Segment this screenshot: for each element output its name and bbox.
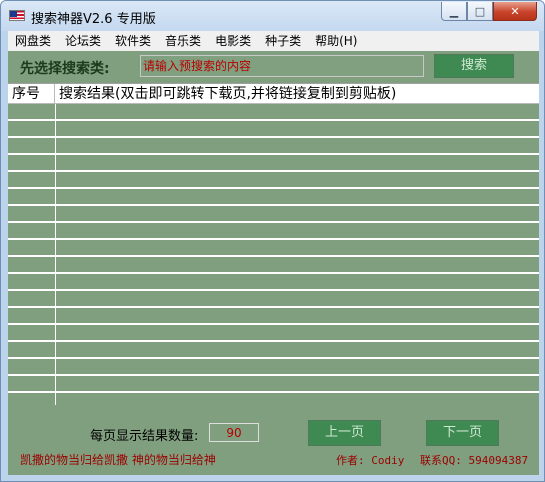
results-header: 序号 搜索结果(双击即可跳转下载页,并将链接复制到剪贴板) bbox=[8, 84, 539, 104]
minimize-button[interactable]: ▁ bbox=[441, 2, 467, 21]
results-body[interactable] bbox=[8, 104, 539, 405]
search-button[interactable]: 搜索 bbox=[434, 54, 514, 78]
menu-bar: 网盘类 论坛类 软件类 音乐类 电影类 种子类 帮助(H) bbox=[8, 31, 539, 51]
search-input[interactable] bbox=[140, 55, 424, 77]
menu-software[interactable]: 软件类 bbox=[108, 31, 158, 51]
author-text: 作者: Codiy bbox=[336, 454, 405, 467]
prev-page-button[interactable]: 上一页 bbox=[308, 420, 381, 446]
app-window: 搜索神器V2.6 专用版 ▁ □ ✕ 网盘类 论坛类 软件类 音乐类 电影类 种… bbox=[0, 0, 545, 482]
contact-text: 联系QQ: 594094387 bbox=[420, 454, 529, 467]
window-title: 搜索神器V2.6 专用版 bbox=[31, 12, 156, 27]
menu-torrent[interactable]: 种子类 bbox=[258, 31, 308, 51]
menu-music[interactable]: 音乐类 bbox=[158, 31, 208, 51]
next-page-button[interactable]: 下一页 bbox=[426, 420, 499, 446]
column-header-index[interactable]: 序号 bbox=[8, 84, 55, 104]
menu-movie[interactable]: 电影类 bbox=[208, 31, 258, 51]
main-panel: 先选择搜索类: 搜索 序号 搜索结果(双击即可跳转下载页,并将链接复制到剪贴板)… bbox=[8, 51, 539, 475]
slogan-text: 凯撒的物当归给凯撒 神的物当归给神 bbox=[20, 453, 216, 467]
column-header-result[interactable]: 搜索结果(双击即可跳转下载页,并将链接复制到剪贴板) bbox=[55, 84, 539, 104]
menu-netdisk[interactable]: 网盘类 bbox=[8, 31, 58, 51]
window-controls: ▁ □ ✕ bbox=[441, 2, 537, 21]
menu-help[interactable]: 帮助(H) bbox=[308, 31, 364, 51]
close-button[interactable]: ✕ bbox=[493, 2, 537, 21]
column-divider bbox=[55, 104, 56, 405]
search-category-label: 先选择搜索类: bbox=[20, 61, 110, 77]
maximize-button[interactable]: □ bbox=[467, 2, 493, 21]
us-flag-icon bbox=[9, 10, 25, 21]
menu-forum[interactable]: 论坛类 bbox=[58, 31, 108, 51]
results-list[interactable]: 序号 搜索结果(双击即可跳转下载页,并将链接复制到剪贴板) bbox=[8, 83, 539, 405]
title-bar[interactable]: 搜索神器V2.6 专用版 ▁ □ ✕ bbox=[1, 1, 544, 31]
page-size-label: 每页显示结果数量: bbox=[90, 429, 199, 444]
page-size-input[interactable] bbox=[209, 423, 259, 442]
